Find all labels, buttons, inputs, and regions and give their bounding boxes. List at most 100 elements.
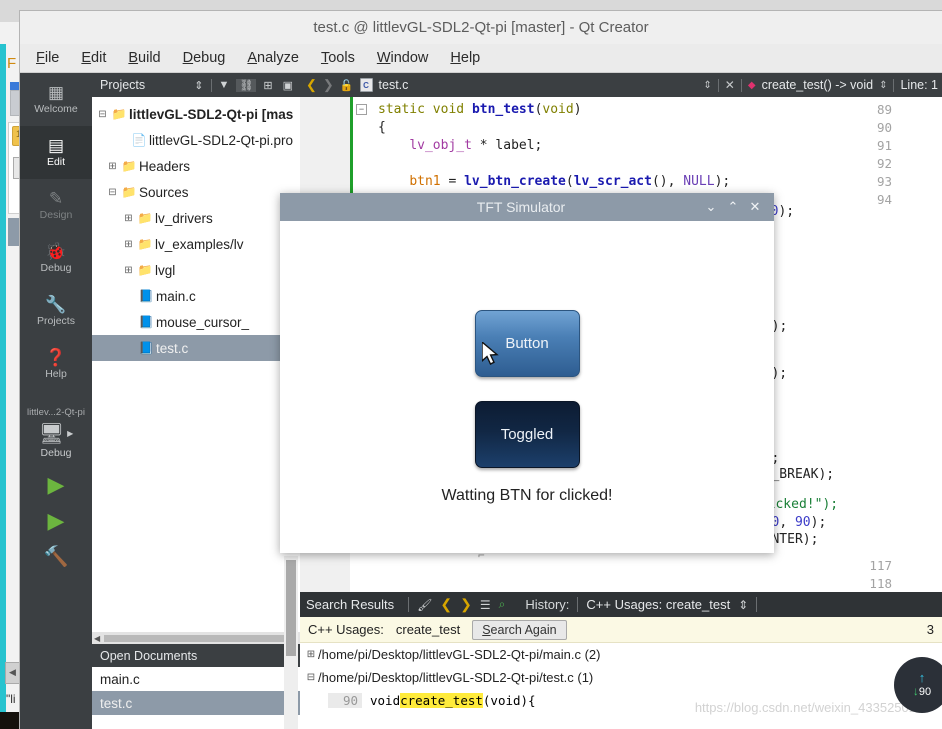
history-label: History: xyxy=(525,597,570,612)
expander-icon[interactable]: ⊞ xyxy=(106,161,119,172)
chevron-updown-icon[interactable]: ⇕ xyxy=(879,80,887,91)
line-number: 90 xyxy=(876,120,892,135)
search-results-header: Search Results 🖌 ❮ ❯ ☰ ⌕ History: C++ Us… xyxy=(300,592,942,617)
grid-icon: ▦ xyxy=(47,83,65,102)
dock-icon[interactable]: ▣ xyxy=(280,79,296,92)
filter-icon[interactable]: ▼ xyxy=(216,79,233,91)
menu-item-build[interactable]: Build xyxy=(128,50,160,66)
mode-selector: ▦ Welcome ▤ Edit ✎ Design 🐞 Debug 🔧 Proj… xyxy=(20,73,92,729)
tree-item-lvgl[interactable]: ⊞ 📁 lvgl xyxy=(92,257,300,283)
sim-button[interactable]: Button xyxy=(474,310,580,377)
fold-toggle-icon[interactable]: − xyxy=(356,104,367,115)
wrench-icon: 🔧 xyxy=(45,295,67,314)
tree-item-test-c[interactable]: 📘 test.c xyxy=(92,335,300,361)
editor-vertical-scrollbar[interactable] xyxy=(284,556,298,729)
run-debug-icon: ▶ xyxy=(47,508,65,533)
menu-item-analyze[interactable]: Analyze xyxy=(247,50,299,66)
mode-welcome[interactable]: ▦ Welcome xyxy=(20,73,92,126)
search-result-match-row[interactable]: 90 void create_test (void){ xyxy=(300,689,942,712)
replace-brush-icon[interactable]: 🖌 xyxy=(417,598,432,612)
dialog-titlebar[interactable]: TFT Simulator ⌄ ⌃ ✕ xyxy=(280,193,774,221)
chevron-down-icon[interactable]: ⌄ xyxy=(700,199,722,215)
menu-item-window[interactable]: Window xyxy=(377,50,429,66)
tree-item-label: Headers xyxy=(139,158,191,174)
open-document-test-c[interactable]: test.c xyxy=(92,691,300,715)
tree-item-mouse-cursor[interactable]: 📘 mouse_cursor_ xyxy=(92,309,300,335)
chevron-updown-icon[interactable]: ⇕ xyxy=(191,79,206,92)
search-result-file-row[interactable]: ⊞ /home/pi/Desktop/littlevGL-SDL2-Qt-pi/… xyxy=(300,643,942,666)
scrollbar-thumb[interactable] xyxy=(286,560,296,656)
projects-panel-header: Projects ⇕ ▼ ⛓ ⊞ ▣ xyxy=(92,73,300,97)
background-scroll-left-button[interactable] xyxy=(5,662,21,684)
question-icon: ❓ xyxy=(45,348,67,367)
tree-item-lv-drivers[interactable]: ⊞ 📁 lv_drivers xyxy=(92,205,300,231)
chevron-left-icon[interactable]: ❮ xyxy=(440,596,452,613)
scroll-overlay-badge[interactable]: ↑ ↓90 xyxy=(894,657,942,713)
close-icon[interactable]: ✕ xyxy=(725,78,735,92)
chevron-updown-icon[interactable]: ⇕ xyxy=(738,598,748,612)
editor-filename[interactable]: test.c xyxy=(379,78,409,92)
chevron-updown-icon[interactable]: ⇕ xyxy=(703,80,711,91)
window-title: test.c @ littlevGL-SDL2-Qt-pi [master] -… xyxy=(313,19,649,36)
chevron-right-icon[interactable]: ❯ xyxy=(460,596,472,613)
expander-icon[interactable]: ⊞ xyxy=(122,239,135,250)
arrow-up-icon[interactable]: ↑ xyxy=(919,671,926,684)
debug-button[interactable]: ▶ xyxy=(47,508,65,533)
tree-item-project-root[interactable]: ⊟ 📁 littlevGL-SDL2-Qt-pi [mas xyxy=(92,101,300,127)
link-icon[interactable]: ⛓ xyxy=(236,78,257,92)
mode-debug-label: Debug xyxy=(40,262,72,274)
tree-item-label: test.c xyxy=(156,340,189,356)
build-button[interactable]: 🔨 xyxy=(44,547,69,567)
expander-icon[interactable]: ⊟ xyxy=(304,672,318,683)
history-value[interactable]: C++ Usages: create_test xyxy=(586,597,730,612)
new-search-icon[interactable]: ⌕ xyxy=(499,597,506,612)
open-document-main-c[interactable]: main.c xyxy=(92,667,300,691)
sim-toggled-button[interactable]: Toggled xyxy=(474,401,580,468)
line-number: 91 xyxy=(876,138,892,153)
chevron-left-icon[interactable]: ❮ xyxy=(306,77,317,93)
tree-item-pro-file[interactable]: 📄 littlevGL-SDL2-Qt-pi.pro xyxy=(92,127,300,153)
tree-item-main-c[interactable]: 📘 main.c xyxy=(92,283,300,309)
editor-symbol-label[interactable]: create_test() -> void xyxy=(762,78,874,92)
tree-item-label: littlevGL-SDL2-Qt-pi.pro xyxy=(149,132,294,148)
expander-icon[interactable]: ⊟ xyxy=(96,109,109,120)
tree-item-lv-examples[interactable]: ⊞ 📁 lv_examples/lv xyxy=(92,231,300,257)
scroll-left-icon[interactable]: ◀ xyxy=(94,634,100,643)
menu-item-edit[interactable]: Edit xyxy=(81,50,106,66)
tree-item-headers[interactable]: ⊞ 📁 Headers xyxy=(92,153,300,179)
search-result-file-row[interactable]: ⊟ /home/pi/Desktop/littlevGL-SDL2-Qt-pi/… xyxy=(300,666,942,689)
menu-item-debug[interactable]: Debug xyxy=(183,50,226,66)
mode-help[interactable]: ❓ Help xyxy=(20,338,92,391)
kit-selector[interactable]: 🖥 ▶ xyxy=(39,421,74,446)
projects-panel-title: Projects xyxy=(100,78,146,92)
dialog-title: TFT Simulator xyxy=(476,199,566,215)
run-button[interactable]: ▶ xyxy=(48,474,65,496)
chevron-right-icon[interactable]: ❯ xyxy=(323,77,334,93)
build-hammer-icon: 🔨 xyxy=(43,546,69,568)
mode-design[interactable]: ✎ Design xyxy=(20,179,92,232)
chevron-up-icon[interactable]: ⌃ xyxy=(722,199,744,215)
close-x-icon[interactable]: ✕ xyxy=(744,199,766,215)
scrollbar-thumb[interactable] xyxy=(104,634,298,642)
tft-simulator-dialog[interactable]: TFT Simulator ⌄ ⌃ ✕ Button Toggled Watti… xyxy=(280,193,774,553)
horizontal-scrollbar[interactable]: ◀ xyxy=(92,632,300,644)
screenshot-root: F "li test.c @ littlevGL-SDL2-Qt-pi [mas… xyxy=(0,0,942,729)
split-icon[interactable]: ⊞ xyxy=(260,79,275,92)
menu-item-tools[interactable]: Tools xyxy=(321,50,355,66)
mode-debug[interactable]: 🐞 Debug xyxy=(20,232,92,285)
search-again-button[interactable]: Search Again xyxy=(472,619,567,640)
expander-icon[interactable]: ⊞ xyxy=(304,649,318,660)
c-file-icon: 📘 xyxy=(138,289,154,303)
mode-edit[interactable]: ▤ Edit xyxy=(20,126,92,179)
expander-icon[interactable]: ⊞ xyxy=(122,265,135,276)
menu-item-help[interactable]: Help xyxy=(450,50,480,66)
expander-icon[interactable]: ⊟ xyxy=(106,187,119,198)
expander-icon[interactable]: ⊞ xyxy=(122,213,135,224)
tree-item-sources[interactable]: ⊟ 📁 Sources xyxy=(92,179,300,205)
unlocked-icon[interactable]: 🔓 xyxy=(340,79,354,92)
search-result-count: 3 xyxy=(926,622,934,637)
background-window-text: "li xyxy=(6,692,16,706)
mode-projects[interactable]: 🔧 Projects xyxy=(20,285,92,338)
menu-item-file[interactable]: File xyxy=(36,50,59,66)
list-icon[interactable]: ☰ xyxy=(480,598,491,612)
